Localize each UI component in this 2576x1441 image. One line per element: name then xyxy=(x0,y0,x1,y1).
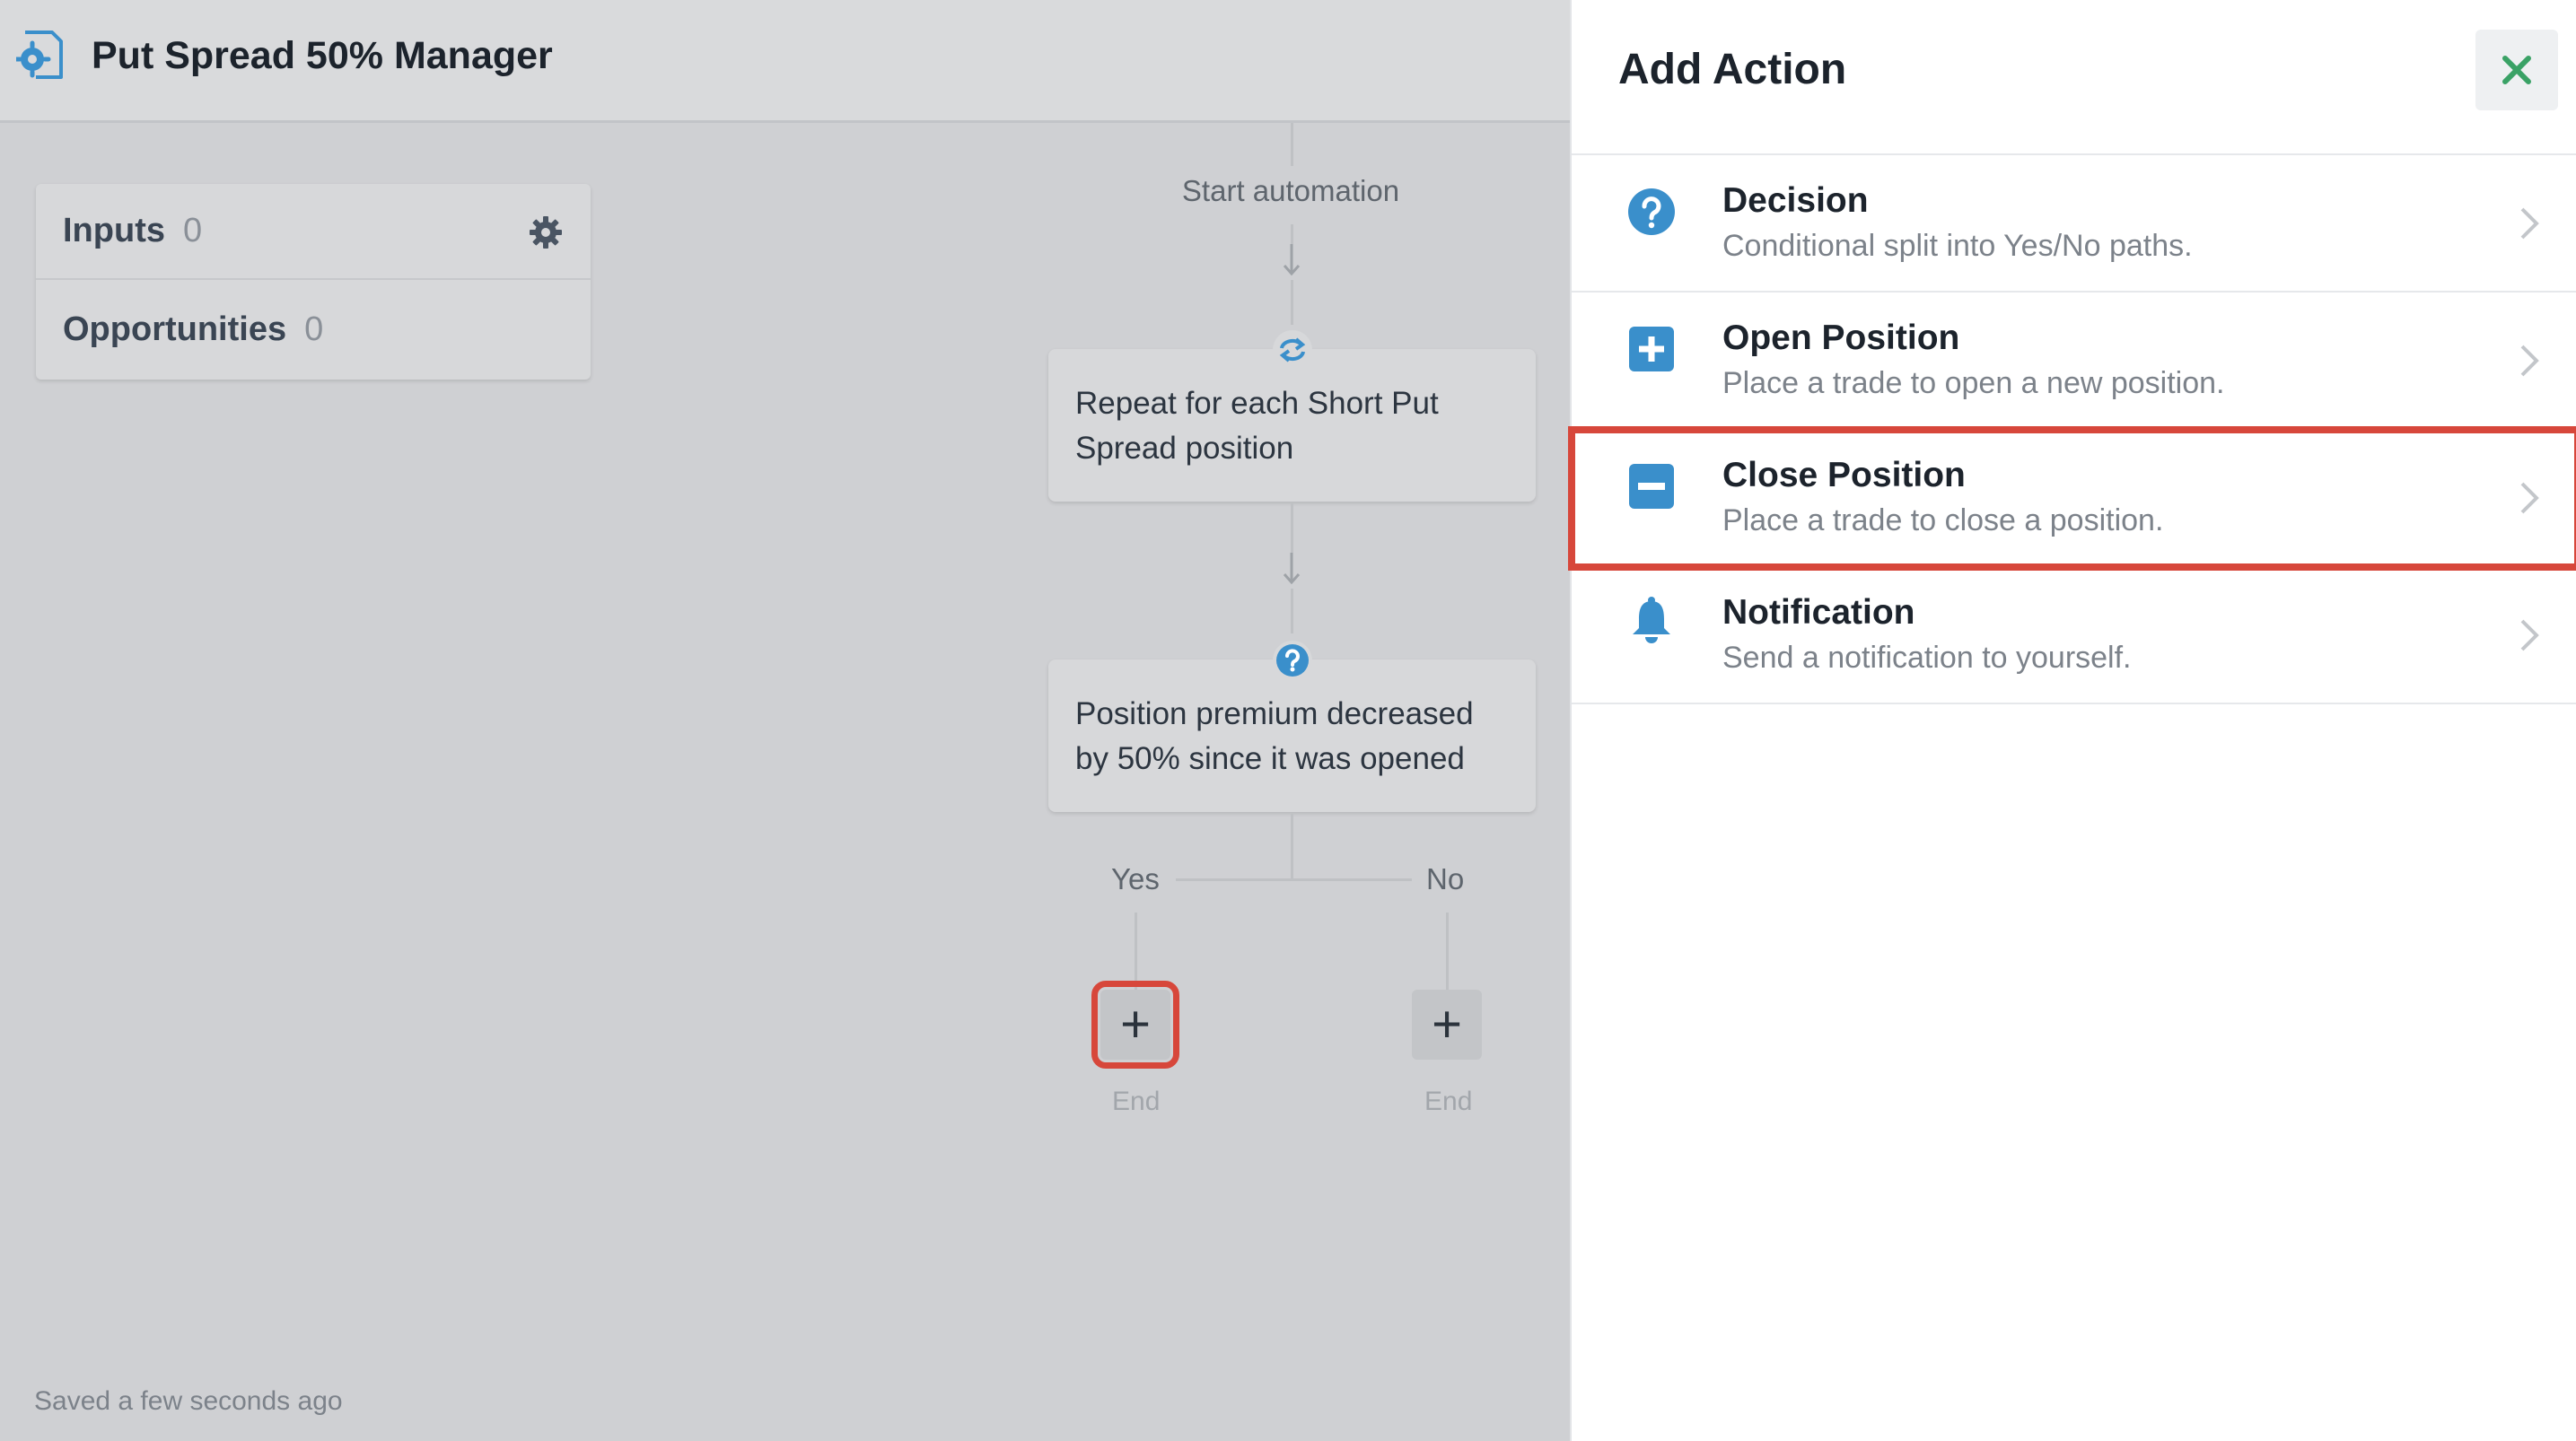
top-bar: Put Spread 50% Manager xyxy=(0,0,1570,123)
yes-branch-label: Yes xyxy=(1111,862,1160,895)
minus-square-icon xyxy=(1629,464,1674,509)
gear-icon[interactable] xyxy=(528,214,564,250)
action-open-position[interactable]: Open Position Place a trade to open a ne… xyxy=(1572,293,2576,430)
add-yes-step-button[interactable]: + xyxy=(1091,981,1179,1069)
chevron-right-icon xyxy=(2520,619,2539,651)
repeat-icon xyxy=(1273,330,1312,370)
flow-connector xyxy=(1291,814,1293,880)
action-title: Open Position xyxy=(1722,319,1960,357)
decision-node[interactable]: Position premium decreased by 50% since … xyxy=(1048,659,1536,812)
sidebar-item-inputs[interactable]: Inputs 0 xyxy=(36,184,591,280)
action-title: Close Position xyxy=(1722,456,1966,494)
loop-node[interactable]: Repeat for each Short Put Spread positio… xyxy=(1048,349,1536,502)
flow-connector xyxy=(1446,913,1449,990)
action-title: Decision xyxy=(1722,181,1869,220)
flow-connector xyxy=(1176,878,1412,881)
action-description: Place a trade to open a new position. xyxy=(1722,366,2225,400)
flow-connector xyxy=(1291,224,1293,244)
sidebar-item-count: 0 xyxy=(304,310,324,348)
close-icon xyxy=(2502,56,2531,84)
flow-connector xyxy=(1291,503,1293,553)
question-circle-icon xyxy=(1628,188,1675,235)
chevron-right-icon xyxy=(2520,345,2539,377)
no-end-label: End xyxy=(1424,1087,1473,1116)
flow-connector xyxy=(1135,913,1137,990)
save-status: Saved a few seconds ago xyxy=(34,1386,343,1416)
arrow-down-icon xyxy=(1283,244,1301,276)
flow-connector xyxy=(1291,123,1293,166)
add-no-step-button[interactable]: + xyxy=(1412,990,1482,1060)
action-decision[interactable]: Decision Conditional split into Yes/No p… xyxy=(1572,155,2576,293)
sidebar-item-label: Inputs xyxy=(63,212,165,249)
panel-title: Add Action xyxy=(1618,46,1847,93)
question-icon xyxy=(1273,641,1312,680)
start-automation-label: Start automation xyxy=(1181,174,1400,207)
yes-end-label: End xyxy=(1112,1087,1161,1116)
sidebar-card: Inputs 0 Opportunities 0 xyxy=(36,184,591,380)
close-button[interactable] xyxy=(2475,30,2558,110)
action-title: Notification xyxy=(1722,593,1915,632)
action-description: Send a notification to yourself. xyxy=(1722,641,2132,675)
flow-connector xyxy=(1291,589,1293,633)
action-notification[interactable]: Notification Send a notification to your… xyxy=(1572,567,2576,704)
flow-connector xyxy=(1291,280,1293,325)
page-title: Put Spread 50% Manager xyxy=(92,34,553,77)
plus-square-icon xyxy=(1629,327,1674,371)
chevron-right-icon xyxy=(2520,207,2539,240)
chevron-right-icon xyxy=(2520,482,2539,514)
action-description: Place a trade to close a position. xyxy=(1722,503,2164,537)
action-description: Conditional split into Yes/No paths. xyxy=(1722,229,2193,263)
bell-icon xyxy=(1633,597,1670,643)
sidebar-item-label: Opportunities xyxy=(63,310,287,348)
automation-canvas: Put Spread 50% Manager Inputs 0 Opportun… xyxy=(0,0,1570,1441)
sidebar-item-count: 0 xyxy=(182,212,203,249)
gear-document-icon xyxy=(16,31,63,79)
sidebar-item-opportunities[interactable]: Opportunities 0 xyxy=(36,282,591,378)
arrow-down-icon xyxy=(1283,553,1301,585)
no-branch-label: No xyxy=(1426,862,1465,895)
action-close-position[interactable]: Close Position Place a trade to close a … xyxy=(1568,426,2576,571)
loop-node-text: Repeat for each Short Put Spread positio… xyxy=(1075,386,1439,466)
decision-node-text: Position premium decreased by 50% since … xyxy=(1075,696,1474,776)
add-action-panel: Add Action Decision Conditional split in… xyxy=(1568,0,2576,1441)
